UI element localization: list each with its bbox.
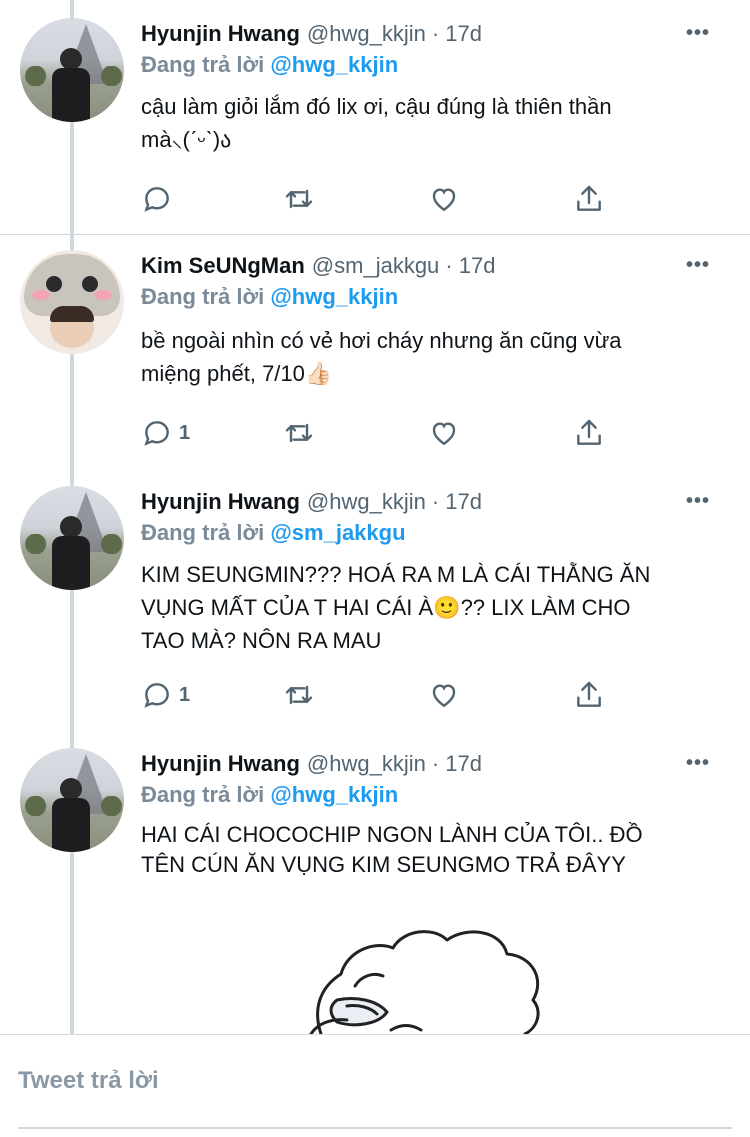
replying-to: Đang trả lời @sm_jakkgu xyxy=(141,520,406,546)
retweet-icon xyxy=(285,189,313,209)
like-icon xyxy=(432,422,456,446)
author-name[interactable]: Hyunjin Hwang xyxy=(141,751,300,777)
tweet-time[interactable]: · 17d xyxy=(432,489,482,515)
retweet-icon xyxy=(285,423,313,443)
reply-button[interactable] xyxy=(141,182,179,216)
replying-to-label: Đang trả lời xyxy=(141,520,265,545)
author-handle[interactable]: @hwg_kkjin xyxy=(307,21,426,47)
share-button[interactable] xyxy=(573,182,605,216)
avatar[interactable] xyxy=(20,250,124,354)
retweet-button[interactable] xyxy=(283,678,315,712)
reply-button[interactable]: 1 xyxy=(141,416,190,450)
tweet-actions xyxy=(141,182,611,216)
author-name[interactable]: Hyunjin Hwang xyxy=(141,21,300,47)
tweet-text-line: TAO MÀ? NÔN RA MAU xyxy=(141,628,382,653)
tweet-text: HAI CÁI CHOCOCHIP NGON LÀNH CỦA TÔI.. ĐỒ… xyxy=(141,820,701,880)
tweet-header: Kim SeUNgMan @sm_jakkgu · 17d xyxy=(141,250,495,282)
author-handle[interactable]: @hwg_kkjin xyxy=(307,751,426,777)
share-button[interactable] xyxy=(573,678,605,712)
reply-button[interactable]: 1 xyxy=(141,678,190,712)
retweet-icon xyxy=(285,685,313,705)
tweet-text-line: bề ngoài nhìn có vẻ hơi cháy nhưng ăn cũ… xyxy=(141,328,622,353)
retweet-button[interactable] xyxy=(283,182,315,216)
tweet-text-line: cậu làm giỏi lắm đó lix ơi, cậu đúng là … xyxy=(141,94,612,119)
replying-to: Đang trả lời @hwg_kkjin xyxy=(141,782,398,808)
avatar[interactable] xyxy=(20,18,124,122)
reply-icon xyxy=(144,187,169,212)
mention-link[interactable]: @hwg_kkjin xyxy=(270,52,398,77)
replying-to: Đang trả lời @hwg_kkjin xyxy=(141,284,398,310)
reply-compose-bar: Tweet trả lời xyxy=(0,1034,750,1137)
replying-to-label: Đang trả lời xyxy=(141,782,265,807)
more-icon[interactable]: ••• xyxy=(686,753,710,773)
author-name[interactable]: Kim SeUNgMan xyxy=(141,253,305,279)
reply-icon xyxy=(144,421,169,446)
doodle-image xyxy=(309,930,540,1034)
like-button[interactable] xyxy=(428,678,460,712)
tweet-text: bề ngoài nhìn có vẻ hơi cháy nhưng ăn cũ… xyxy=(141,324,701,390)
tweet-text: cậu làm giỏi lắm đó lix ơi, cậu đúng là … xyxy=(141,90,701,156)
tweet-header: Hyunjin Hwang @hwg_kkjin · 17d xyxy=(141,748,482,780)
tweet-actions: 1 xyxy=(141,416,611,450)
tweet-time[interactable]: · 17d xyxy=(432,751,482,777)
tweet-text-line: mà⸜(ˊᵕˋ)ა xyxy=(141,127,232,152)
tweet-header: Hyunjin Hwang @hwg_kkjin · 17d xyxy=(141,486,482,518)
tweet-text-line: TÊN CÚN ĂN VỤNG KIM SEUNGMO TRẢ ĐÂYY xyxy=(141,852,626,877)
avatar[interactable] xyxy=(20,486,124,590)
mention-link[interactable]: @hwg_kkjin xyxy=(270,782,398,807)
tweet-text-line: KIM SEUNGMIN??? HOÁ RA M LÀ CÁI THẰNG ĂN xyxy=(141,562,651,587)
tweet-media-image[interactable] xyxy=(141,900,701,1034)
more-icon[interactable]: ••• xyxy=(686,23,710,43)
reply-count: 1 xyxy=(179,421,191,444)
like-button[interactable] xyxy=(428,182,460,216)
tweet-text-line: VỤNG MẤT CỦA T HAI CÁI À🙂?? LIX LÀM CHO xyxy=(141,595,631,620)
tweet-time[interactable]: · 17d xyxy=(432,21,482,47)
mention-link[interactable]: @sm_jakkgu xyxy=(270,520,405,545)
share-button[interactable] xyxy=(573,416,605,450)
tweet[interactable]: Hyunjin Hwang @hwg_kkjin · 17d ••• Đang … xyxy=(0,18,750,234)
tweet-time[interactable]: · 17d xyxy=(445,253,495,279)
tweet[interactable]: Hyunjin Hwang @hwg_kkjin · 17d ••• Đang … xyxy=(0,486,750,726)
tweet[interactable]: Kim SeUNgMan @sm_jakkgu · 17d ••• Đang t… xyxy=(0,250,750,466)
divider xyxy=(18,1127,732,1129)
replying-to-label: Đang trả lời xyxy=(141,284,265,309)
retweet-button[interactable] xyxy=(283,416,315,450)
replying-to-label: Đang trả lời xyxy=(141,52,265,77)
mention-link[interactable]: @hwg_kkjin xyxy=(270,284,398,309)
share-icon xyxy=(577,681,601,707)
like-icon xyxy=(432,684,456,708)
reply-icon xyxy=(144,683,169,708)
tweet-text-line: HAI CÁI CHOCOCHIP NGON LÀNH CỦA TÔI.. ĐỒ xyxy=(141,822,643,847)
tweet-text: KIM SEUNGMIN??? HOÁ RA M LÀ CÁI THẰNG ĂN… xyxy=(141,558,701,657)
replying-to: Đang trả lời @hwg_kkjin xyxy=(141,52,398,78)
divider xyxy=(0,234,750,235)
tweet-text-line: miệng phết, 7/10👍🏻 xyxy=(141,361,333,386)
author-handle[interactable]: @sm_jakkgu xyxy=(312,253,440,279)
author-handle[interactable]: @hwg_kkjin xyxy=(307,489,426,515)
more-icon[interactable]: ••• xyxy=(686,491,710,511)
share-icon xyxy=(577,185,601,211)
tweet-actions: 1 xyxy=(141,678,611,712)
tweet-header: Hyunjin Hwang @hwg_kkjin · 17d xyxy=(141,18,482,50)
more-icon[interactable]: ••• xyxy=(686,255,710,275)
like-icon xyxy=(432,188,456,212)
thread-connector-line xyxy=(70,0,74,18)
reply-count: 1 xyxy=(179,683,191,706)
share-icon xyxy=(577,419,601,445)
avatar[interactable] xyxy=(20,748,124,852)
reply-input[interactable]: Tweet trả lời xyxy=(18,1067,159,1095)
author-name[interactable]: Hyunjin Hwang xyxy=(141,489,300,515)
like-button[interactable] xyxy=(428,416,460,450)
